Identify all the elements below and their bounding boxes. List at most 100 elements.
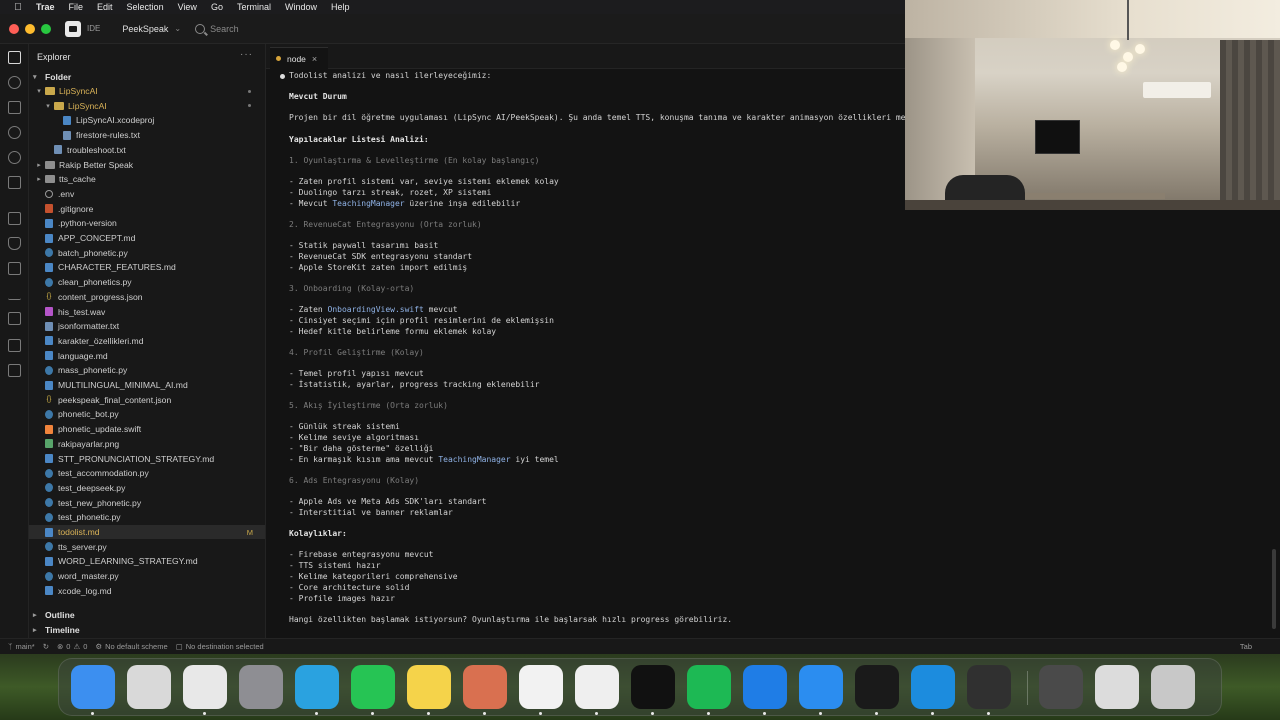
trash-icon[interactable] xyxy=(1151,665,1195,709)
spotify-icon[interactable] xyxy=(687,665,731,709)
chatgpt-icon[interactable] xyxy=(519,665,563,709)
downloads-stack-icon[interactable] xyxy=(1095,665,1139,709)
code-reference[interactable]: TeachingManager xyxy=(438,455,510,464)
run-debug-icon[interactable] xyxy=(8,126,21,139)
chrome-icon[interactable] xyxy=(183,665,227,709)
chevron-down-icon[interactable]: ⌄ xyxy=(174,24,181,33)
whatsapp-icon[interactable] xyxy=(351,665,395,709)
tab-size-indicator[interactable]: Tab xyxy=(1240,642,1252,651)
tree-file[interactable]: STT_PRONUNCIATION_STRATEGY.md xyxy=(29,452,265,466)
close-window-button[interactable] xyxy=(9,23,19,34)
box-icon[interactable] xyxy=(8,312,21,325)
tree-file[interactable]: WORD_LEARNING_STRATEGY.md xyxy=(29,554,265,568)
menu-app-name[interactable]: Trae xyxy=(36,2,55,12)
tree-file[interactable]: batch_phonetic.py xyxy=(29,246,265,260)
tree-file[interactable]: test_phonetic.py xyxy=(29,510,265,524)
menu-window[interactable]: Window xyxy=(285,2,317,12)
close-tab-icon[interactable]: × xyxy=(312,54,317,64)
close-panel-icon[interactable] xyxy=(8,287,21,300)
claude-icon[interactable] xyxy=(463,665,507,709)
textedit-icon[interactable] xyxy=(575,665,619,709)
tree-file[interactable]: karakter_özellikleri.md xyxy=(29,334,265,348)
tree-file[interactable]: APP_CONCEPT.md xyxy=(29,231,265,245)
tree-file[interactable]: jsonformatter.txt xyxy=(29,319,265,333)
menu-go[interactable]: Go xyxy=(211,2,223,12)
tree-file[interactable]: his_test.wav xyxy=(29,305,265,319)
tree-file[interactable]: xcode_log.md xyxy=(29,584,265,598)
tab-node[interactable]: node × xyxy=(270,47,328,69)
tree-folder[interactable]: ▸ tts_cache xyxy=(29,172,265,186)
folder-section-header[interactable]: ▾ Folder xyxy=(29,70,265,84)
tree-file[interactable]: phonetic_bot.py xyxy=(29,407,265,421)
menu-view[interactable]: View xyxy=(178,2,197,12)
tree-file[interactable]: {} content_progress.json xyxy=(29,290,265,304)
tree-file[interactable]: word_master.py xyxy=(29,569,265,583)
vscode-icon[interactable] xyxy=(911,665,955,709)
more-actions-icon[interactable]: ··· xyxy=(240,49,253,60)
tree-file[interactable]: test_deepseek.py xyxy=(29,481,265,495)
tree-file[interactable]: clean_phonetics.py xyxy=(29,275,265,289)
tree-file[interactable]: firestore-rules.txt xyxy=(29,128,265,142)
editor-scrollbar[interactable] xyxy=(1272,549,1276,629)
notes-icon[interactable] xyxy=(407,665,451,709)
tree-file[interactable]: rakipayarlar.png xyxy=(29,437,265,451)
tree-file[interactable]: LipSyncAI.xcodeproj xyxy=(29,113,265,127)
terminal-icon[interactable] xyxy=(631,665,675,709)
telegram-icon[interactable] xyxy=(295,665,339,709)
tree-file[interactable]: test_accommodation.py xyxy=(29,466,265,480)
tree-file[interactable]: language.md xyxy=(29,349,265,363)
project-switcher[interactable]: PeekSpeak xyxy=(122,24,168,34)
command-search-input[interactable]: Search xyxy=(210,24,239,34)
tree-file[interactable]: {} peekspeak_final_content.json xyxy=(29,393,265,407)
tree-folder[interactable]: ▾ LipSyncAI xyxy=(29,99,265,113)
explorer-icon[interactable] xyxy=(8,51,21,64)
instruments-icon[interactable] xyxy=(799,665,843,709)
system-settings-icon[interactable] xyxy=(239,665,283,709)
obs-icon[interactable] xyxy=(967,665,1011,709)
apple-menu-icon[interactable]:  xyxy=(12,1,24,13)
remote-explorer-icon[interactable] xyxy=(8,176,21,189)
code-reference[interactable]: OnboardingView.swift xyxy=(328,305,424,314)
branch-indicator[interactable]: ᛉ main* xyxy=(8,642,35,651)
scheme-indicator[interactable]: ⚙ No default scheme xyxy=(95,642,167,651)
minimize-window-button[interactable] xyxy=(25,23,35,34)
tree-file[interactable]: .env xyxy=(29,187,265,201)
tree-file[interactable]: test_new_phonetic.py xyxy=(29,496,265,510)
hammer-icon[interactable] xyxy=(8,339,21,352)
tree-file[interactable]: phonetic_update.swift xyxy=(29,422,265,436)
finder-icon[interactable] xyxy=(71,665,115,709)
xcode-icon[interactable] xyxy=(743,665,787,709)
ide-badge[interactable]: IDE xyxy=(87,24,100,33)
search-icon[interactable] xyxy=(8,76,21,89)
extensions-icon[interactable] xyxy=(8,212,21,225)
tree-folder[interactable]: ▾ LipSyncAI xyxy=(29,84,265,98)
code-reference[interactable]: TeachingManager xyxy=(332,199,404,208)
screenshot-preview-icon[interactable] xyxy=(1039,665,1083,709)
tree-file[interactable]: MULTILINGUAL_MINIMAL_AI.md xyxy=(29,378,265,392)
tree-file[interactable]: mass_phonetic.py xyxy=(29,363,265,377)
settings-gear-icon[interactable] xyxy=(8,151,21,164)
tree-folder[interactable]: ▸ Rakip Better Speak xyxy=(29,158,265,172)
chat-icon[interactable] xyxy=(8,364,21,377)
tree-file[interactable]: troubleshoot.txt xyxy=(29,143,265,157)
destination-indicator[interactable]: ▢ No destination selected xyxy=(176,642,264,651)
menu-selection[interactable]: Selection xyxy=(127,2,164,12)
menu-help[interactable]: Help xyxy=(331,2,350,12)
source-control-icon[interactable] xyxy=(8,101,21,114)
zoom-window-button[interactable] xyxy=(41,23,51,34)
menu-terminal[interactable]: Terminal xyxy=(237,2,271,12)
tree-file[interactable]: tts_server.py xyxy=(29,540,265,554)
problems-indicator[interactable]: ⊗ 0 ⚠ 0 xyxy=(57,642,87,651)
sync-icon[interactable]: ↻ xyxy=(43,642,49,651)
launchpad-icon[interactable] xyxy=(127,665,171,709)
tree-file[interactable]: todolist.md M xyxy=(29,525,265,539)
timeline-section-header[interactable]: ▸ Timeline xyxy=(29,623,265,637)
tree-file[interactable]: CHARACTER_FEATURES.md xyxy=(29,260,265,274)
outline-section-header[interactable]: ▸ Outline xyxy=(29,608,265,622)
tree-file[interactable]: .gitignore xyxy=(29,202,265,216)
trae-icon[interactable] xyxy=(855,665,899,709)
tree-file[interactable]: .python-version xyxy=(29,216,265,230)
menu-edit[interactable]: Edit xyxy=(97,2,113,12)
testing-flask-icon[interactable] xyxy=(8,237,21,250)
menu-file[interactable]: File xyxy=(69,2,84,12)
